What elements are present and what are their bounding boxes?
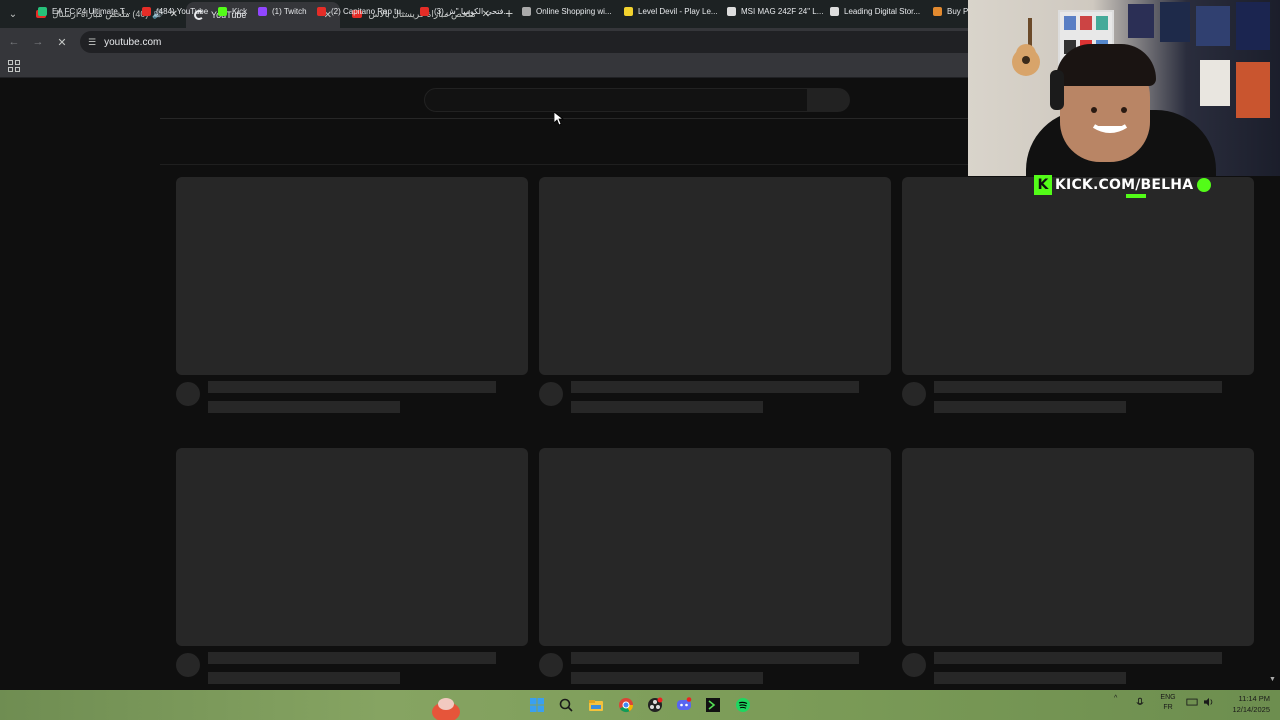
guitar-image [1012, 18, 1040, 76]
channel-avatar-placeholder [176, 382, 200, 406]
twitch-icon [258, 6, 267, 16]
video-meta-placeholder [208, 401, 400, 413]
bookmark-item[interactable]: (3) فتحي الكوميا "ش... [420, 4, 510, 18]
video-meta-placeholder [571, 401, 763, 413]
bookmark-label: (3) فتحي الكوميا "ش... [434, 6, 511, 16]
video-thumbnail-placeholder[interactable] [902, 177, 1254, 375]
file-explorer-icon[interactable] [588, 697, 604, 713]
back-arrow-icon[interactable]: ← [6, 34, 22, 50]
address-bar[interactable]: ☰ youtube.com [80, 31, 980, 53]
kick-icon [218, 6, 227, 16]
apps-grid-icon[interactable] [8, 60, 20, 72]
bag-icon [933, 6, 942, 16]
video-thumbnail-placeholder[interactable] [176, 177, 528, 375]
screen: ⌄ (40) ملخص مباراة أرسنال وو 🔊 ✕ YouTube… [0, 0, 1280, 720]
address-text: youtube.com [104, 36, 162, 48]
video-title-placeholder [208, 652, 496, 664]
bookmark-item[interactable]: (2) Capitano Rap tu... [317, 4, 407, 18]
bookmark-label: (2) Capitano Rap tu... [331, 6, 408, 16]
channel-avatar-placeholder [539, 653, 563, 677]
network-icon[interactable] [1186, 698, 1198, 711]
bookmark-item[interactable]: Kick [218, 4, 247, 18]
msi-icon [727, 6, 736, 16]
youtube-icon [317, 6, 326, 16]
volume-icon[interactable] [1203, 697, 1215, 711]
bookmark-item[interactable]: Online Shopping wi... [522, 4, 612, 18]
kick-stream-banner: K KICK.COM/BELHA [1034, 174, 1212, 196]
search-button[interactable] [808, 88, 850, 112]
spotify-icon[interactable] [735, 697, 751, 713]
bookmark-label: (1) Twitch [272, 6, 307, 16]
video-title-placeholder [571, 381, 859, 393]
video-thumbnail-placeholder[interactable] [176, 448, 528, 646]
video-thumbnail-placeholder[interactable] [902, 448, 1254, 646]
bookmark-label: EA FC 24 Ultimate T... [52, 6, 131, 16]
microphone-icon[interactable] [1136, 697, 1144, 713]
kick-logo-icon: K [1034, 175, 1052, 195]
bookmark-item[interactable]: Level Devil - Play Le... [624, 4, 718, 18]
search-input[interactable] [424, 88, 808, 112]
video-meta-placeholder [934, 401, 1126, 413]
bookmark-item[interactable]: MSI MAG 242F 24" L... [727, 4, 823, 18]
stop-loading-icon[interactable]: ✕ [54, 34, 70, 50]
windows-taskbar [0, 690, 1280, 720]
channel-avatar-placeholder [902, 653, 926, 677]
video-title-placeholder [208, 381, 496, 393]
language-top: ENG [1160, 694, 1176, 701]
discord-icon[interactable] [676, 697, 692, 713]
bookmark-label: Leading Digital Stor... [844, 6, 921, 16]
kick-underline [1126, 194, 1146, 198]
bookmark-label: MSI MAG 242F 24" L... [741, 6, 824, 16]
youtube-icon [420, 6, 429, 16]
verified-badge-icon [1197, 178, 1212, 192]
bookmark-label: Online Shopping wi... [536, 6, 612, 16]
bookmark-label: Level Devil - Play Le... [638, 6, 718, 16]
language-indicator[interactable]: ENG FR [1158, 693, 1178, 713]
bookmark-item[interactable]: Buy P [933, 4, 968, 18]
bookmark-item[interactable]: (484) YouTube [142, 4, 208, 18]
bookmark-label: Kick [232, 6, 248, 16]
level-devil-icon [624, 6, 633, 16]
bookmark-item[interactable]: (1) Twitch [258, 4, 307, 18]
bookmark-item[interactable]: EA FC 24 Ultimate T... [38, 4, 131, 18]
channel-avatar-placeholder [539, 382, 563, 406]
show-hidden-icons-chevron-icon[interactable]: ^ [1114, 694, 1117, 704]
ea-icon [38, 6, 47, 16]
globe-icon [522, 6, 531, 16]
video-title-placeholder [934, 652, 1222, 664]
chrome-icon[interactable] [618, 697, 634, 713]
obs-icon[interactable] [647, 697, 663, 713]
video-meta-placeholder [934, 672, 1126, 684]
bookmark-label: Buy P [947, 6, 968, 16]
video-title-placeholder [571, 652, 859, 664]
game-figure-image [432, 698, 460, 720]
clock-time: 11:14 PM [1238, 694, 1270, 703]
video-meta-placeholder [571, 672, 763, 684]
forward-arrow-icon[interactable]: → [30, 34, 46, 50]
bookmark-label: (484) YouTube [156, 6, 209, 16]
site-info-icon[interactable]: ☰ [88, 37, 96, 48]
kick-handle: KICK.COM/BELHA [1055, 177, 1194, 193]
youtube-icon [142, 6, 151, 16]
system-clock[interactable]: 11:14 PM 12/14/2025 [1222, 693, 1270, 715]
clock-date: 12/14/2025 [1232, 705, 1270, 714]
scroll-down-icon[interactable]: ▼ [1269, 676, 1276, 683]
terminal-icon[interactable] [705, 697, 721, 713]
video-thumbnail-placeholder[interactable] [539, 177, 891, 375]
bookmark-item[interactable]: Leading Digital Stor... [830, 4, 920, 18]
video-thumbnail-placeholder[interactable] [539, 448, 891, 646]
video-meta-placeholder [208, 672, 400, 684]
channel-avatar-placeholder [902, 382, 926, 406]
webcam-overlay [968, 0, 1280, 176]
channel-avatar-placeholder [176, 653, 200, 677]
language-bottom: FR [1163, 704, 1173, 711]
windows-start-icon[interactable] [529, 697, 545, 713]
tab-search-chevron-icon[interactable]: ⌄ [4, 5, 22, 23]
mouse-cursor-icon [554, 112, 564, 126]
video-title-placeholder [934, 381, 1222, 393]
search-icon[interactable] [558, 697, 574, 713]
store-icon [830, 6, 839, 16]
